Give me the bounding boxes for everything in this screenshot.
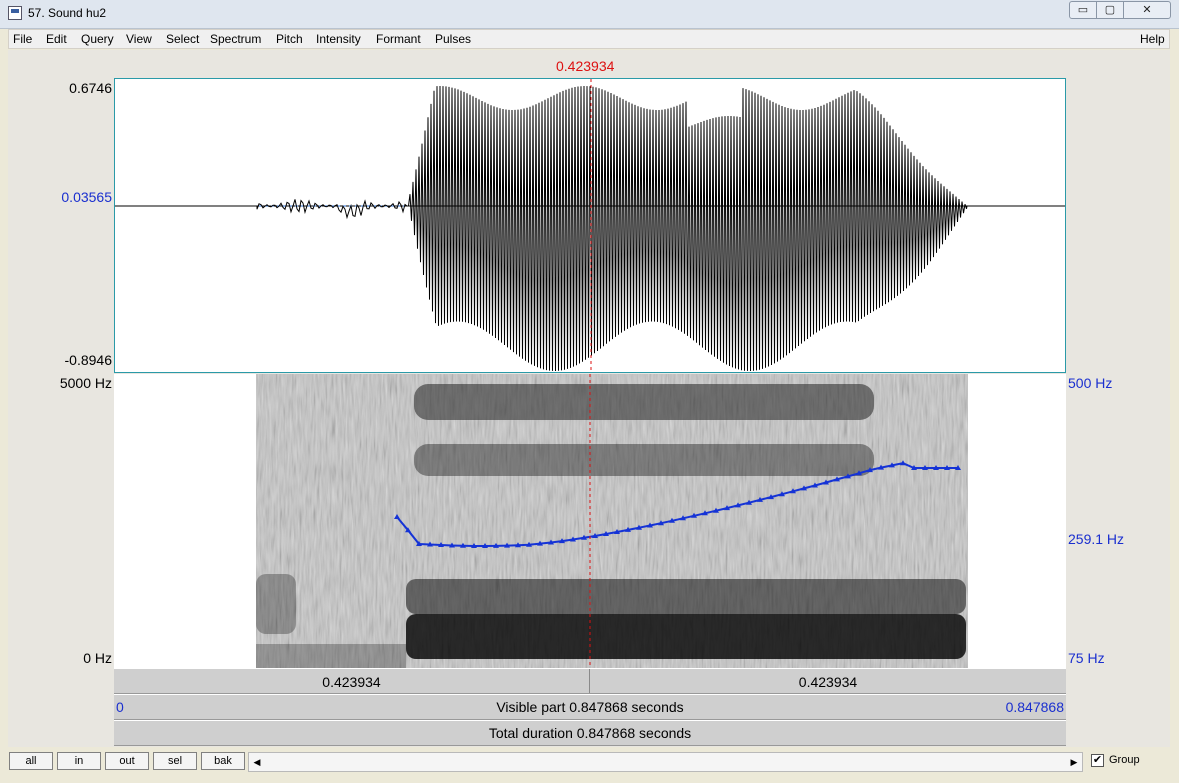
cursor-time-label: 0.423934 — [556, 58, 615, 74]
waveform-ymin-label: -0.8946 — [64, 352, 112, 368]
window-title: 57. Sound hu2 — [28, 6, 107, 20]
menu-pulses[interactable]: Pulses — [435, 32, 471, 46]
all-button[interactable]: all — [9, 752, 53, 770]
scroll-left-icon[interactable]: ◀ — [249, 753, 265, 771]
close-button[interactable]: ✕ — [1123, 1, 1171, 19]
spectrogram-freqmax-label: 5000 Hz — [59, 375, 112, 391]
zoom-selection-button[interactable]: sel — [153, 752, 197, 770]
spectrogram-image — [256, 374, 968, 668]
menu-spectrum[interactable]: Spectrum — [210, 32, 261, 46]
segment-right[interactable]: 0.423934 — [590, 669, 1066, 693]
visible-part-bar[interactable]: 0 Visible part 0.847868 seconds 0.847868 — [114, 694, 1066, 720]
menu-query[interactable]: Query — [81, 32, 114, 46]
menu-pitch[interactable]: Pitch — [276, 32, 303, 46]
zoom-in-button[interactable]: in — [57, 752, 101, 770]
app-icon — [8, 6, 22, 20]
menu-view[interactable]: View — [126, 32, 152, 46]
waveform-panel[interactable] — [114, 78, 1066, 373]
menu-intensity[interactable]: Intensity — [316, 32, 361, 46]
menu-bar: File Edit Query View Select Spectrum Pit… — [8, 29, 1170, 49]
menu-select[interactable]: Select — [166, 32, 199, 46]
menu-file[interactable]: File — [13, 32, 32, 46]
waveform-yzero-label: 0.03565 — [61, 189, 112, 205]
segment-bar[interactable]: 0.423934 0.423934 — [114, 668, 1066, 694]
total-duration-bar[interactable]: Total duration 0.847868 seconds — [114, 720, 1066, 746]
menu-edit[interactable]: Edit — [46, 32, 67, 46]
visible-end-label: 0.847868 — [1005, 699, 1064, 715]
visible-part-label: Visible part 0.847868 seconds — [496, 699, 684, 715]
title-bar — [0, 0, 1179, 29]
maximize-button[interactable]: ▢ — [1096, 1, 1124, 19]
horizontal-scrollbar[interactable] — [248, 752, 1083, 772]
group-label: Group — [1109, 754, 1140, 766]
segment-left[interactable]: 0.423934 — [114, 669, 589, 693]
zoom-out-button[interactable]: out — [105, 752, 149, 770]
menu-help[interactable]: Help — [1140, 32, 1165, 46]
scroll-right-icon[interactable]: ▶ — [1066, 753, 1082, 771]
pitch-cursor-label: 259.1 Hz — [1068, 531, 1125, 547]
menu-formant[interactable]: Formant — [376, 32, 421, 46]
pitch-min-label: 75 Hz — [1068, 650, 1105, 666]
group-checkbox[interactable]: ✔ — [1091, 754, 1104, 767]
zoom-back-button[interactable]: bak — [201, 752, 245, 770]
waveform-ymax-label: 0.6746 — [69, 80, 112, 96]
minimize-button[interactable]: ▭ — [1069, 1, 1097, 19]
spectrogram-freqmin-label: 0 Hz — [83, 650, 112, 666]
spectrogram-panel[interactable] — [114, 374, 1066, 668]
pitch-max-label: 500 Hz — [1068, 375, 1113, 391]
total-duration-label: Total duration 0.847868 seconds — [488, 725, 692, 741]
